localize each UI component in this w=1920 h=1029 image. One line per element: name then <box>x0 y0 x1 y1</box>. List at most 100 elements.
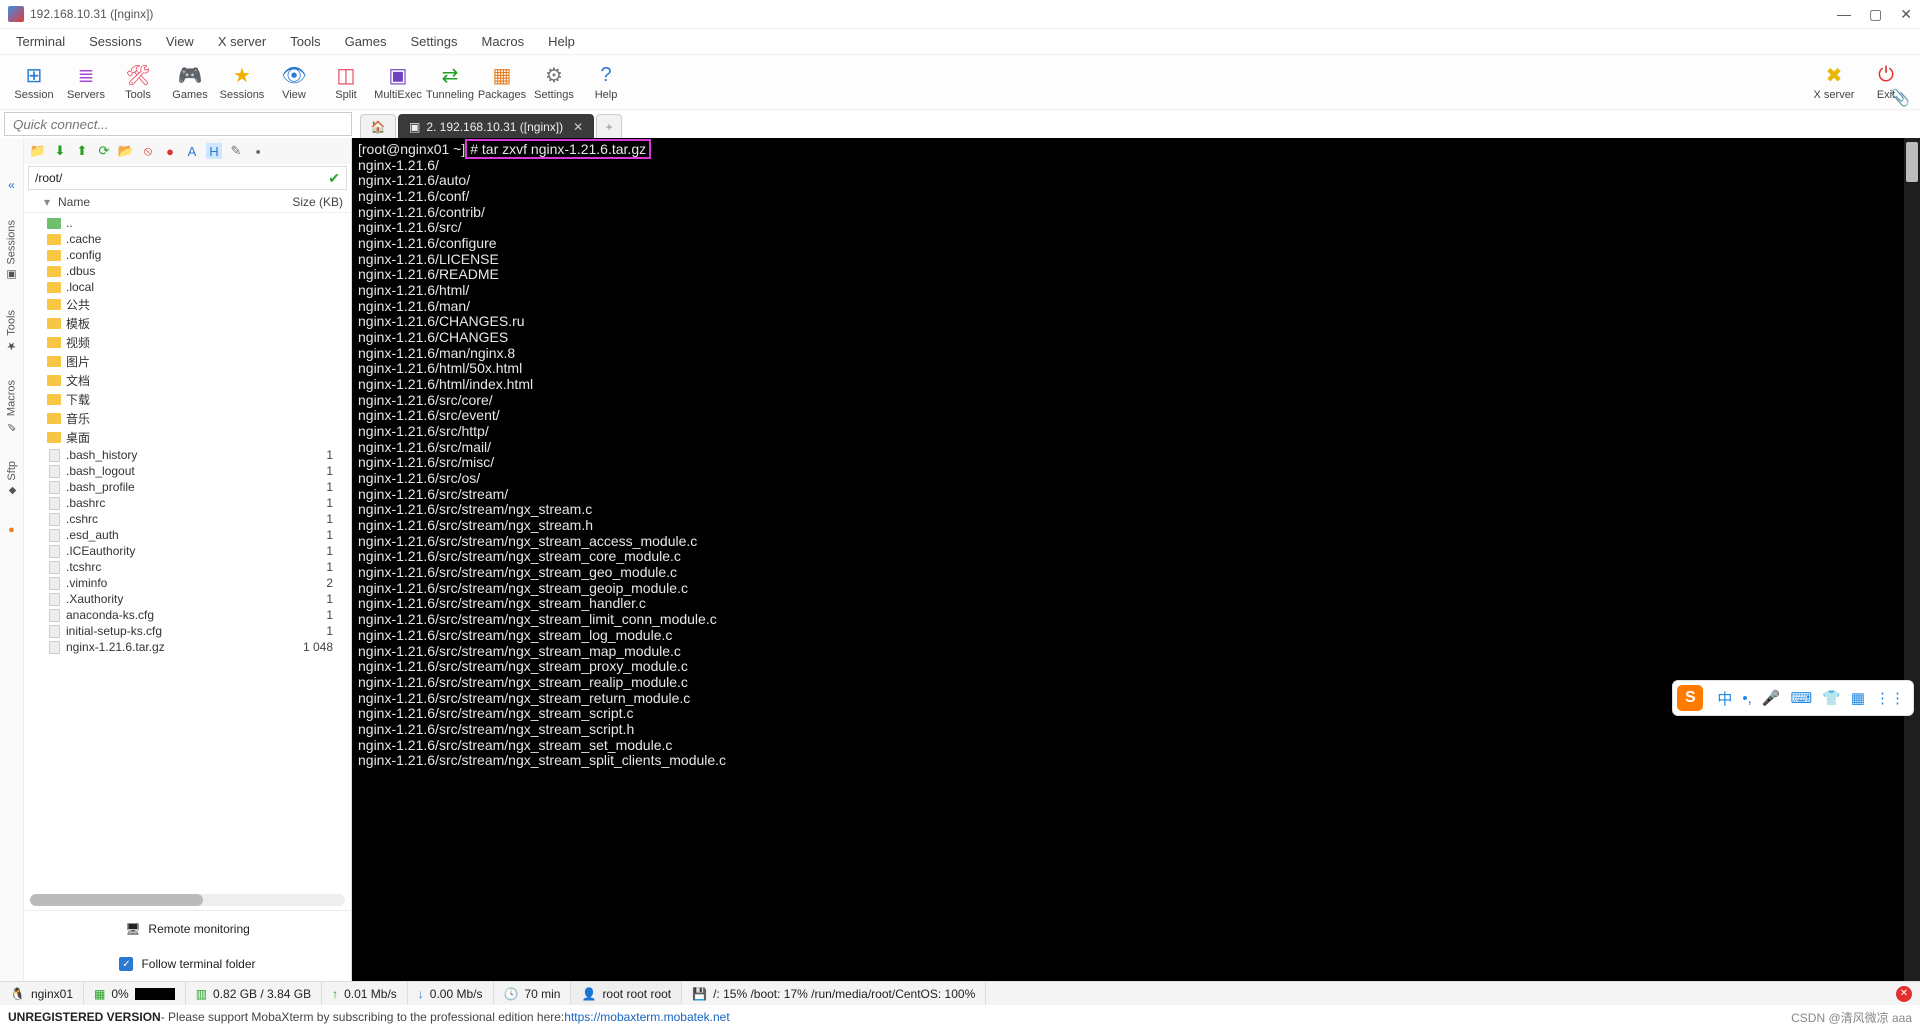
menu-x-server[interactable]: X server <box>208 31 276 52</box>
quick-connect-input[interactable] <box>4 112 352 136</box>
file-row[interactable]: .cache <box>28 231 347 247</box>
stop-icon[interactable]: ● <box>162 143 178 159</box>
toolbar-tools-button[interactable]: 🛠Tools <box>112 57 164 107</box>
file-row[interactable]: .bash_history1 <box>28 447 347 463</box>
file-row[interactable]: 桌面 <box>28 428 347 447</box>
properties-icon[interactable]: ✎ <box>228 143 244 159</box>
file-row[interactable]: .local <box>28 279 347 295</box>
rail-sftp[interactable]: ⬥ Sftp <box>6 461 18 496</box>
sftp-path-input[interactable]: /root/ ✔ <box>28 166 347 190</box>
ime-mic-icon[interactable]: 🎤 <box>1762 689 1781 707</box>
toolbar-x-server-button[interactable]: ✖X server <box>1808 57 1860 107</box>
menu-games[interactable]: Games <box>335 31 397 52</box>
file-row[interactable]: .. <box>28 215 347 231</box>
file-row[interactable]: .esd_auth1 <box>28 527 347 543</box>
file-row[interactable]: .viminfo2 <box>28 575 347 591</box>
rail-sessions[interactable]: ▣ Sessions <box>5 220 18 282</box>
status-host[interactable]: 🐧nginx01 <box>0 982 84 1005</box>
toolbar-sessions-button[interactable]: ★Sessions <box>216 57 268 107</box>
file-list[interactable]: ...cache.config.dbus.local公共模板视频图片文档下载音乐… <box>24 213 351 890</box>
status-close-button[interactable]: ✕ <box>1896 986 1912 1002</box>
toolbar-split-button[interactable]: ◫Split <box>320 57 372 107</box>
ime-toolbox-icon[interactable]: ▦ <box>1851 689 1865 707</box>
file-row[interactable]: .ICEauthority1 <box>28 543 347 559</box>
col-size[interactable]: Size (KB) <box>273 195 343 209</box>
terminal-output[interactable]: [root@nginx01 ~]# tar zxvf nginx-1.21.6.… <box>352 138 1920 981</box>
toolbar-packages-button[interactable]: ▦Packages <box>476 57 528 107</box>
status-up[interactable]: ↑0.01 Mb/s <box>322 982 408 1005</box>
status-uptime[interactable]: 🕓70 min <box>494 982 572 1005</box>
file-row[interactable]: 视频 <box>28 333 347 352</box>
toolbar-help-button[interactable]: ?Help <box>580 57 632 107</box>
menu-tools[interactable]: Tools <box>280 31 330 52</box>
file-row[interactable]: initial-setup-ks.cfg1 <box>28 623 347 639</box>
file-row[interactable]: .Xauthority1 <box>28 591 347 607</box>
file-row[interactable]: .bash_logout1 <box>28 463 347 479</box>
toolbar-session-button[interactable]: ⊞Session <box>8 57 60 107</box>
status-down[interactable]: ↓0.00 Mb/s <box>408 982 494 1005</box>
edit-h-icon[interactable]: H <box>206 143 222 159</box>
download-icon[interactable]: ⬇ <box>52 143 68 159</box>
refresh-icon[interactable]: ⟳ <box>96 143 112 159</box>
new-folder-icon[interactable]: 📂 <box>118 143 134 159</box>
file-hscroll[interactable] <box>30 894 345 906</box>
col-name[interactable]: Name <box>58 195 273 209</box>
toolbar-tunneling-button[interactable]: ⇄Tunneling <box>424 57 476 107</box>
file-row[interactable]: 模板 <box>28 314 347 333</box>
delete-icon[interactable]: ⦸ <box>140 143 156 159</box>
toolbar-games-button[interactable]: 🎮Games <box>164 57 216 107</box>
mobaxterm-link[interactable]: https://mobaxterm.mobatek.net <box>564 1010 729 1024</box>
toolbar-view-button[interactable]: 👁View <box>268 57 320 107</box>
remote-monitoring-button[interactable]: 🖥 Remote monitoring <box>24 911 351 947</box>
tab-active[interactable]: ▣ 2. 192.168.10.31 ([nginx]) ✕ <box>398 114 594 138</box>
follow-terminal-toggle[interactable]: ✓ Follow terminal folder <box>24 947 351 981</box>
tree-collapse-icon[interactable]: ▾ <box>44 195 58 209</box>
ime-lang[interactable]: 中 <box>1717 688 1732 709</box>
status-ram[interactable]: ▥0.82 GB / 3.84 GB <box>186 982 322 1005</box>
file-row[interactable]: .config <box>28 247 347 263</box>
ime-toolbar[interactable]: S 中 •, 🎤 ⌨ 👕 ▦ ⋮⋮ <box>1672 680 1914 716</box>
minimize-button[interactable]: — <box>1837 6 1851 23</box>
status-disks[interactable]: 💾/: 15% /boot: 17% /run/media/root/CentO… <box>682 982 986 1005</box>
file-row[interactable]: nginx-1.21.6.tar.gz1 048 <box>28 639 347 655</box>
ime-keyboard-icon[interactable]: ⌨ <box>1790 689 1812 707</box>
file-row[interactable]: 文档 <box>28 371 347 390</box>
file-row[interactable]: .dbus <box>28 263 347 279</box>
file-row[interactable]: .tcshrc1 <box>28 559 347 575</box>
rail-dot-icon[interactable]: ● <box>8 524 15 536</box>
toolbar-settings-button[interactable]: ⚙Settings <box>528 57 580 107</box>
terminal-scrollbar[interactable] <box>1904 138 1920 981</box>
menu-settings[interactable]: Settings <box>401 31 468 52</box>
collapse-rail-icon[interactable]: « <box>8 178 15 192</box>
file-row[interactable]: anaconda-ks.cfg1 <box>28 607 347 623</box>
toolbar-servers-button[interactable]: ≣Servers <box>60 57 112 107</box>
file-row[interactable]: 公共 <box>28 295 347 314</box>
edit-a-icon[interactable]: A <box>184 143 200 159</box>
menu-sessions[interactable]: Sessions <box>79 31 152 52</box>
ime-menu-icon[interactable]: ⋮⋮ <box>1875 689 1905 707</box>
status-user[interactable]: 👤root root root <box>571 982 682 1005</box>
status-cpu[interactable]: ▦0% <box>84 982 186 1005</box>
file-row[interactable]: 下载 <box>28 390 347 409</box>
menu-view[interactable]: View <box>156 31 204 52</box>
toolbar-multiexec-button[interactable]: ▣MultiExec <box>372 57 424 107</box>
tab-home[interactable]: 🏠 <box>360 114 396 138</box>
tab-new[interactable]: + <box>596 114 622 138</box>
folder-up-icon[interactable]: 📁 <box>30 143 46 159</box>
menu-macros[interactable]: Macros <box>471 31 534 52</box>
upload-icon[interactable]: ⬆ <box>74 143 90 159</box>
rail-tools[interactable]: ★ Tools <box>5 310 18 353</box>
maximize-button[interactable]: ▢ <box>1869 6 1882 23</box>
file-row[interactable]: 图片 <box>28 352 347 371</box>
file-row[interactable]: 音乐 <box>28 409 347 428</box>
ime-skin-icon[interactable]: 👕 <box>1822 689 1841 707</box>
tab-close-icon[interactable]: ✕ <box>573 120 583 134</box>
file-row[interactable]: .bashrc1 <box>28 495 347 511</box>
menu-help[interactable]: Help <box>538 31 585 52</box>
terminal-icon[interactable]: ▪ <box>250 143 266 159</box>
paperclip-icon[interactable]: 📎 <box>1890 88 1910 108</box>
menu-terminal[interactable]: Terminal <box>6 31 75 52</box>
close-button[interactable]: ✕ <box>1900 6 1912 23</box>
file-row[interactable]: .bash_profile1 <box>28 479 347 495</box>
ime-punct-icon[interactable]: •, <box>1742 690 1751 707</box>
